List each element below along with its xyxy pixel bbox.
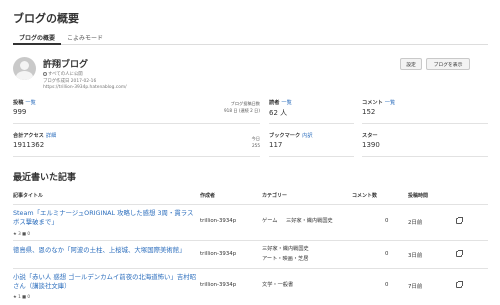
post-star-count: ★ 1 ■ 0 [13,294,31,299]
stats-divider [13,156,260,157]
globe-icon [43,71,47,76]
recent-posts-title: 最近書いた記事 [13,173,77,183]
readers-list-link[interactable]: 一覧 [281,100,291,106]
stats-divider [362,123,488,124]
column-header-category: カテゴリー [262,193,288,199]
post-comment-count: 0 [385,218,389,224]
post-title-link[interactable]: 小説「赤い人 惑想 ゴールデンカムイ前夜の北海道怖い」吉村昭さん（講談社文庫） [13,273,196,291]
page-title: ブログの概要 [13,12,79,25]
post-comment-count: 0 [385,282,389,288]
tab-calendar-mode[interactable]: こよみモード [61,31,109,45]
readers-label: 読者 一覧 [269,100,292,106]
table-row: 徳島県、恩のなか「阿波の土柱、上桜城、大塚国際美術館」 trillion-393… [13,240,488,268]
today-access-count: 255 [252,143,260,148]
post-time: 7日前 [408,284,423,290]
comments-label: コメント 一覧 [362,100,396,106]
total-access-label: 合計アクセス 詳細 [13,133,57,139]
post-time: 3日前 [408,253,423,259]
post-category[interactable]: 三好家・織内戦国史 [286,217,333,225]
post-time: 2日前 [408,220,423,226]
post-category[interactable]: 三好家・織内戦国史 [262,245,309,253]
posts-count: 999 [13,108,27,116]
post-star-count: ★ 3 ■ 0 [13,231,31,236]
posts-label: 投稿 一覧 [13,100,36,106]
external-link-icon[interactable] [456,217,463,224]
tab-bar: ブログの概要 こよみモード [13,31,488,45]
stats-divider [269,156,354,157]
comments-list-link[interactable]: 一覧 [385,100,395,106]
post-author: trillion-3934p [200,251,237,257]
bookmarks-breakdown-link[interactable]: 内訳 [302,133,312,139]
stats-divider [13,123,260,124]
blog-url[interactable]: https://trillion-3934p.hatenablog.com/ [43,85,127,90]
column-header-comments: コメント数 [352,193,378,199]
post-category[interactable]: 文学・一般書 [262,281,293,289]
column-header-posted: 投稿時間 [408,193,429,199]
post-category[interactable]: ゲーム [262,217,277,225]
post-author: trillion-3934p [200,282,237,288]
stats-divider [362,156,488,157]
view-blog-button[interactable]: ブログを表示 [426,58,470,70]
access-detail-link[interactable]: 詳細 [46,133,56,139]
tab-blog-overview[interactable]: ブログの概要 [13,31,62,45]
post-category[interactable]: アート・映画・芝居 [262,255,308,263]
posting-days-label: ブログ投稿日数 [230,101,260,106]
total-access-count: 1911362 [13,141,45,149]
today-label: 今日 [251,136,260,141]
column-header-author: 作成者 [200,193,216,199]
post-title-link[interactable]: Steam「エルミナージュORIGINAL 攻略した感想 3周・貫ラスボス撃破ま… [13,209,196,227]
posting-days-value: 918 日 (連続 2 日) [224,108,260,113]
blog-created-date: ブログ作成日 2017-02-16 [43,79,97,84]
comments-count: 152 [362,108,376,116]
stats-divider [269,123,354,124]
bookmarks-label: ブックマーク 内訳 [269,133,313,139]
readers-count: 62 人 [269,109,288,117]
post-author: trillion-3934p [200,218,237,224]
stars-count: 1390 [362,141,380,149]
blog-name[interactable]: 許翔ブログ [43,57,88,70]
settings-button[interactable]: 設定 [400,58,422,70]
bookmarks-count: 117 [269,141,283,149]
table-row: Steam「エルミナージュORIGINAL 攻略した感想 3周・貫ラスボス撃破ま… [13,204,488,240]
posts-list-link[interactable]: 一覧 [25,100,35,106]
column-header-title: 記事タイトル [13,193,44,199]
external-link-icon[interactable] [456,250,463,257]
blog-avatar-icon[interactable] [13,57,36,80]
table-row: 小説「赤い人 惑想 ゴールデンカムイ前夜の北海道怖い」吉村昭さん（講談社文庫） … [13,268,488,305]
blog-visibility: すべての人に公開 [43,71,83,77]
stars-label: スター [362,133,378,139]
post-title-link[interactable]: 徳島県、恩のなか「阿波の土柱、上桜城、大塚国際美術館」 [13,246,196,255]
external-link-icon[interactable] [456,281,463,288]
post-comment-count: 0 [385,251,389,257]
